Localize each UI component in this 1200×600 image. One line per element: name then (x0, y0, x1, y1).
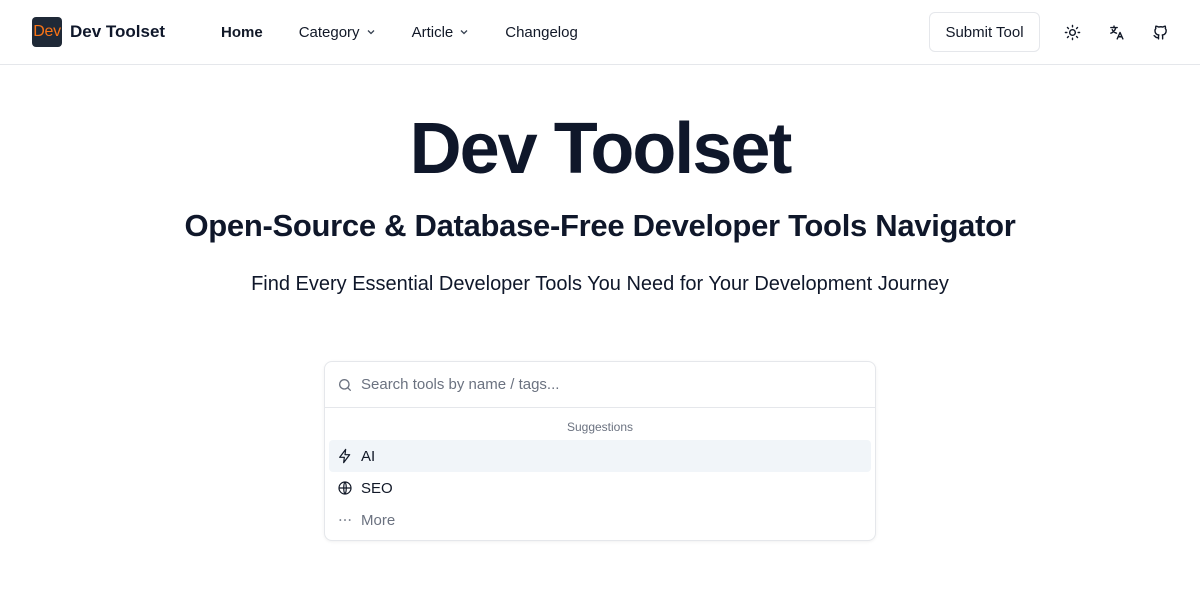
nav-changelog-label: Changelog (505, 23, 578, 41)
suggestion-more[interactable]: More (329, 504, 871, 536)
nav-article[interactable]: Article (412, 24, 470, 41)
sun-icon (1064, 24, 1080, 40)
suggestion-ai[interactable]: AI (329, 440, 871, 472)
globe-icon (338, 481, 352, 495)
nav-home-label: Home (221, 23, 263, 41)
search-icon (339, 378, 351, 391)
nav-home[interactable]: Home (221, 24, 263, 41)
more-dots-icon (339, 519, 351, 521)
submit-tool-button[interactable]: Submit Tool (929, 12, 1040, 52)
logo-text: Dev Toolset (70, 22, 166, 41)
nav-category[interactable]: Category (299, 24, 376, 41)
translate-icon (1109, 24, 1124, 40)
suggestion-label: AI (361, 447, 376, 465)
theme-toggle-button[interactable] (1060, 20, 1084, 44)
nav-category-label: Category (298, 23, 360, 41)
lightning-icon (339, 448, 351, 464)
logo-badge: Dev (32, 17, 62, 47)
hero-subtitle: Open-Source & Database-Free Developer To… (184, 208, 1016, 243)
main-nav: Home Category Article Changelog (221, 0, 614, 64)
search-command-box: Suggestions AI SEO More (324, 361, 876, 541)
nav-changelog[interactable]: Changelog (505, 24, 578, 41)
top-header: Dev Dev Toolset Home Category Article Ch… (0, 0, 1200, 65)
logo-link[interactable]: Dev Dev Toolset (32, 17, 165, 47)
suggestion-label: SEO (361, 479, 393, 497)
language-button[interactable] (1104, 20, 1128, 44)
suggestions-heading: Suggestions (566, 420, 634, 434)
github-icon (1152, 24, 1167, 40)
github-button[interactable] (1148, 20, 1172, 44)
search-row (325, 362, 875, 408)
suggestion-seo[interactable]: SEO (329, 472, 871, 504)
search-input[interactable] (361, 369, 841, 400)
chevron-down-icon (367, 30, 375, 35)
chevron-down-icon (460, 30, 468, 35)
hero-description: Find Every Essential Developer Tools You… (251, 273, 949, 295)
hero-title: Dev Toolset (409, 109, 793, 189)
nav-article-label: Article (411, 23, 454, 41)
suggestion-label: More (361, 511, 396, 529)
